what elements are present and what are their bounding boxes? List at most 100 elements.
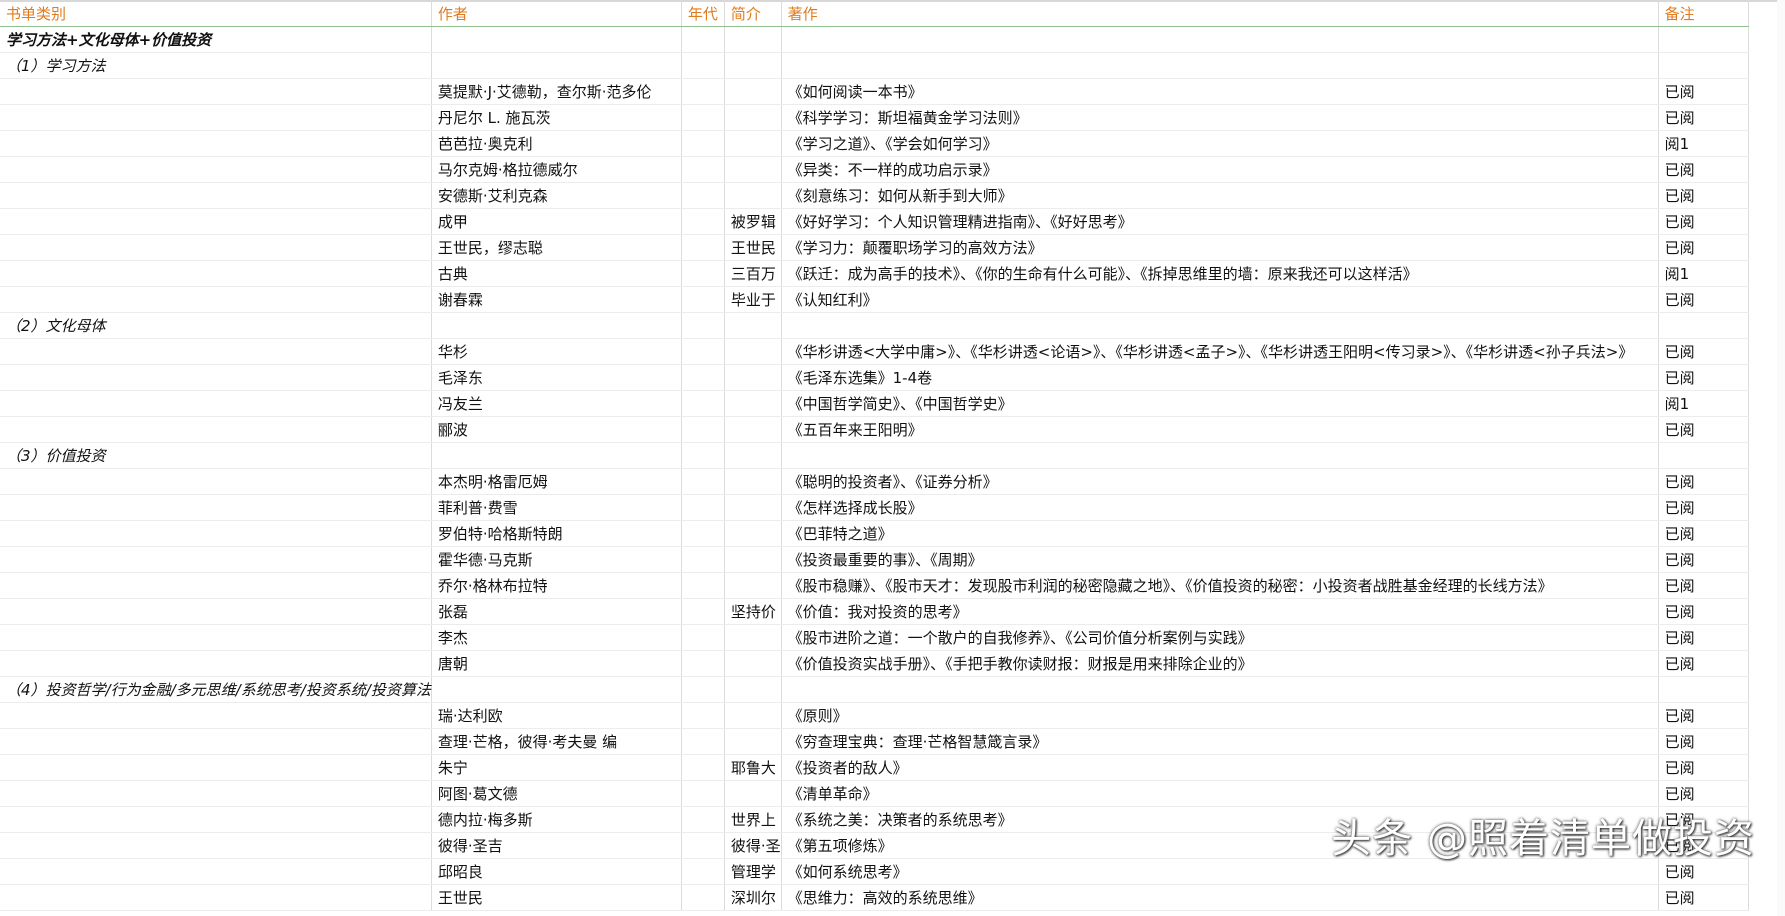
cell-era[interactable]	[681, 364, 725, 391]
cell-author[interactable]: 邱昭良	[431, 858, 682, 885]
cell-era[interactable]	[681, 130, 725, 157]
cell-era[interactable]	[681, 26, 725, 53]
cell-intro[interactable]	[724, 676, 782, 703]
cell-category[interactable]	[0, 754, 432, 781]
cell-author[interactable]: 彼得·圣吉	[431, 832, 682, 859]
cell-category[interactable]	[0, 598, 432, 625]
cell-era[interactable]	[681, 884, 725, 911]
cell-intro[interactable]: 耶鲁大	[724, 754, 782, 781]
cell-author[interactable]: 古典	[431, 260, 682, 287]
cell-author[interactable]: 芭芭拉·奥克利	[431, 130, 682, 157]
cell-intro[interactable]	[724, 728, 782, 755]
cell-note[interactable]	[1658, 312, 1749, 339]
cell-category[interactable]	[0, 364, 432, 391]
cell-works[interactable]: 《好好学习：个人知识管理精进指南》、《好好思考》	[781, 208, 1659, 235]
cell-intro[interactable]	[724, 494, 782, 521]
cell-author[interactable]: 查理·芒格，彼得·考夫曼 编	[431, 728, 682, 755]
cell-works[interactable]: 《华杉讲透<大学中庸>》、《华杉讲透<论语>》、《华杉讲透<孟子>》、《华杉讲透…	[781, 338, 1659, 365]
column-header-intro[interactable]: 简介	[724, 0, 782, 27]
cell-works[interactable]: 《异类：不一样的成功启示录》	[781, 156, 1659, 183]
cell-note[interactable]: 已阅	[1658, 156, 1749, 183]
cell-era[interactable]	[681, 442, 725, 469]
cell-works[interactable]: 《价值投资实战手册》、《手把手教你读财报：财报是用来排除企业的》	[781, 650, 1659, 677]
cell-works[interactable]: 《投资者的敌人》	[781, 754, 1659, 781]
cell-intro[interactable]	[724, 312, 782, 339]
cell-category[interactable]	[0, 182, 432, 209]
cell-category[interactable]: 学习方法+文化母体+价值投资	[0, 26, 432, 53]
cell-author[interactable]: 华杉	[431, 338, 682, 365]
cell-era[interactable]	[681, 260, 725, 287]
cell-category[interactable]	[0, 416, 432, 443]
cell-author[interactable]	[431, 52, 682, 79]
cell-works[interactable]: 《科学学习：斯坦福黄金学习法则》	[781, 104, 1659, 131]
cell-works[interactable]: 《刻意练习：如何从新手到大师》	[781, 182, 1659, 209]
cell-category[interactable]	[0, 806, 432, 833]
column-header-era[interactable]: 年代	[681, 0, 725, 27]
cell-note[interactable]: 已阅	[1658, 104, 1749, 131]
cell-author[interactable]: 谢春霖	[431, 286, 682, 313]
cell-works[interactable]: 《学习之道》、《学会如何学习》	[781, 130, 1659, 157]
cell-category[interactable]	[0, 884, 432, 911]
cell-category[interactable]	[0, 494, 432, 521]
cell-works[interactable]: 《认知红利》	[781, 286, 1659, 313]
cell-category[interactable]	[0, 130, 432, 157]
cell-note[interactable]: 已阅	[1658, 884, 1749, 911]
cell-category[interactable]	[0, 702, 432, 729]
cell-works[interactable]: 《思维力：高效的系统思维》	[781, 884, 1659, 911]
cell-note[interactable]: 阅1	[1658, 130, 1749, 157]
cell-note[interactable]: 已阅	[1658, 468, 1749, 495]
cell-note[interactable]: 已阅	[1658, 572, 1749, 599]
cell-author[interactable]: 阿图·葛文德	[431, 780, 682, 807]
cell-category[interactable]	[0, 468, 432, 495]
cell-note[interactable]	[1658, 26, 1749, 53]
cell-intro[interactable]	[724, 520, 782, 547]
cell-author[interactable]: 马尔克姆·格拉德威尔	[431, 156, 682, 183]
cell-era[interactable]	[681, 728, 725, 755]
cell-author[interactable]	[431, 26, 682, 53]
column-header-works[interactable]: 著作	[781, 0, 1659, 27]
cell-works[interactable]: 《学习力：颠覆职场学习的高效方法》	[781, 234, 1659, 261]
cell-era[interactable]	[681, 702, 725, 729]
cell-intro[interactable]: 世界上	[724, 806, 782, 833]
cell-intro[interactable]: 彼得·圣	[724, 832, 782, 859]
cell-author[interactable]: 王世民，缪志聪	[431, 234, 682, 261]
cell-note[interactable]: 已阅	[1658, 780, 1749, 807]
cell-category[interactable]: （4）投资哲学/行为金融/多元思维/系统思考/投资系统/投资算法	[0, 676, 432, 703]
column-header-author[interactable]: 作者	[431, 0, 682, 27]
cell-category[interactable]	[0, 286, 432, 313]
cell-category[interactable]: （3）价值投资	[0, 442, 432, 469]
cell-category[interactable]	[0, 338, 432, 365]
cell-category[interactable]	[0, 650, 432, 677]
cell-author[interactable]: 冯友兰	[431, 390, 682, 417]
cell-author[interactable]: 毛泽东	[431, 364, 682, 391]
cell-author[interactable]: 乔尔·格林布拉特	[431, 572, 682, 599]
cell-intro[interactable]	[724, 182, 782, 209]
cell-works[interactable]	[781, 52, 1659, 79]
cell-note[interactable]: 已阅	[1658, 624, 1749, 651]
cell-works[interactable]	[781, 26, 1659, 53]
cell-intro[interactable]: 三百万	[724, 260, 782, 287]
cell-intro[interactable]: 毕业于	[724, 286, 782, 313]
cell-category[interactable]: （2）文化母体	[0, 312, 432, 339]
cell-note[interactable]: 阅1	[1658, 260, 1749, 287]
cell-author[interactable]: 菲利普·费雪	[431, 494, 682, 521]
cell-note[interactable]: 已阅	[1658, 754, 1749, 781]
cell-works[interactable]: 《巴菲特之道》	[781, 520, 1659, 547]
cell-works[interactable]: 《投资最重要的事》、《周期》	[781, 546, 1659, 573]
cell-note[interactable]: 已阅	[1658, 416, 1749, 443]
cell-works[interactable]: 《穷查理宝典：查理·芒格智慧箴言录》	[781, 728, 1659, 755]
cell-category[interactable]	[0, 728, 432, 755]
cell-note[interactable]: 已阅	[1658, 728, 1749, 755]
cell-note[interactable]: 已阅	[1658, 520, 1749, 547]
cell-note[interactable]: 已阅	[1658, 234, 1749, 261]
cell-era[interactable]	[681, 754, 725, 781]
cell-category[interactable]	[0, 390, 432, 417]
cell-intro[interactable]	[724, 52, 782, 79]
cell-author[interactable]	[431, 312, 682, 339]
cell-category[interactable]	[0, 260, 432, 287]
cell-note[interactable]: 已阅	[1658, 702, 1749, 729]
cell-intro[interactable]	[724, 702, 782, 729]
cell-intro[interactable]	[724, 780, 782, 807]
cell-era[interactable]	[681, 390, 725, 417]
cell-intro[interactable]	[724, 390, 782, 417]
